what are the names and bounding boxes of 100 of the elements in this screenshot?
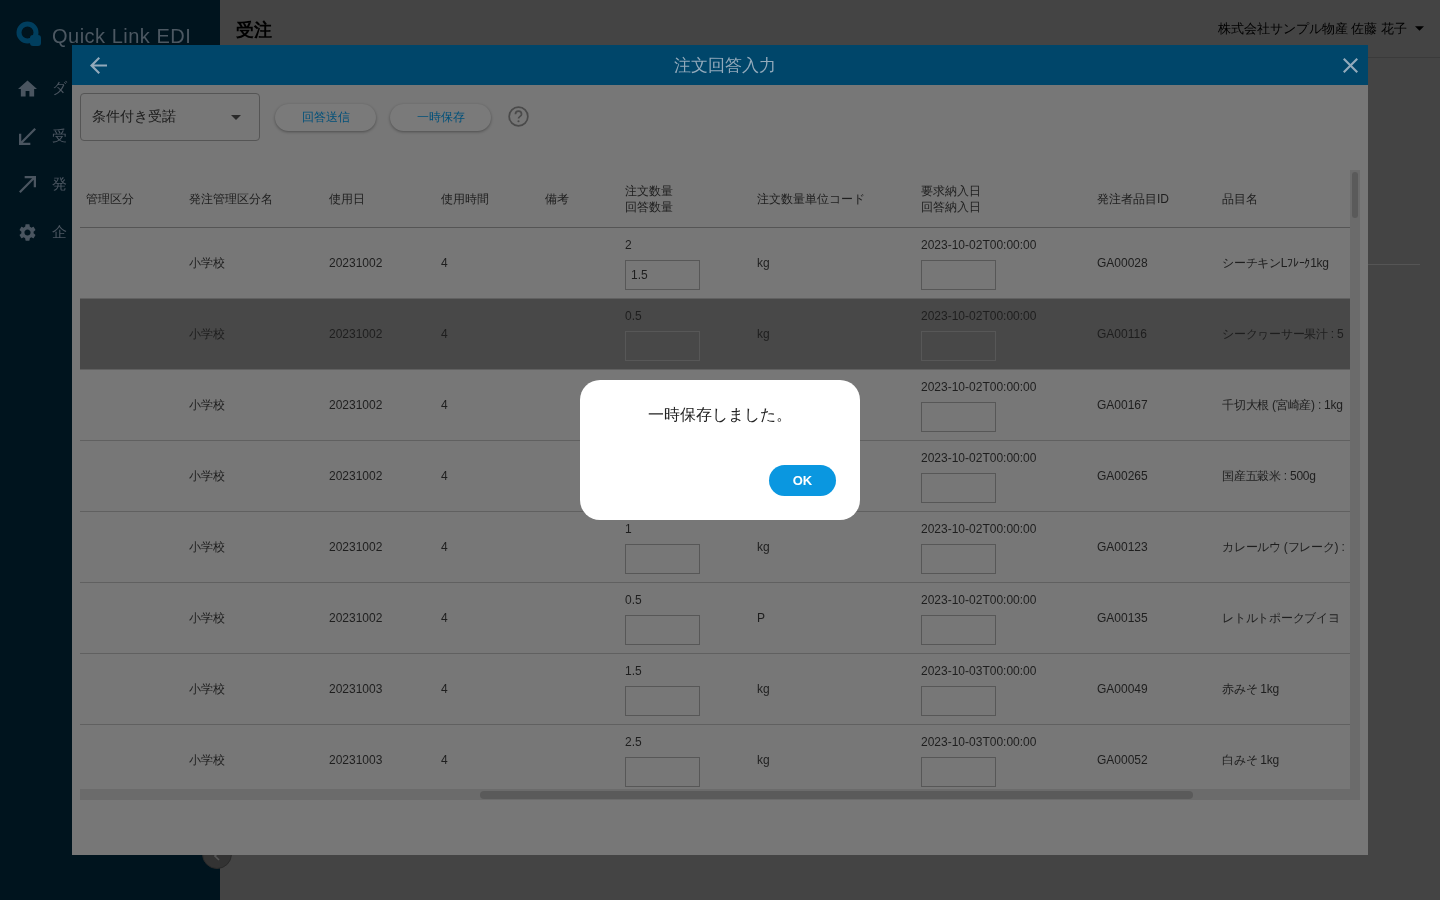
arrow-down-left-icon: [18, 127, 37, 145]
table-cell: 小学校: [189, 680, 225, 698]
column-header: 使用日: [329, 190, 365, 207]
table-cell: 2023-10-02T00:00:00: [921, 592, 1037, 608]
dialog-message: 一時保存しました。: [648, 405, 792, 425]
table-cell: kg: [757, 256, 770, 270]
arrow-up-right-icon: [18, 175, 37, 193]
table-cell: GA00265: [1097, 469, 1148, 483]
table-cell: 2023-10-02T00:00:00: [921, 450, 1037, 466]
table-cell: 赤みそ 1kg: [1222, 680, 1279, 698]
action-button[interactable]: 一時保存: [390, 103, 491, 131]
table-cell: 20231002: [329, 469, 383, 483]
table-cell: 千切大根 (宮崎産) : 1kg: [1222, 396, 1343, 414]
table-cell: 国産五穀米 : 500g: [1222, 467, 1316, 485]
horizontal-scrollbar[interactable]: [80, 789, 1360, 800]
answer-qty-field[interactable]: 1.5: [625, 260, 700, 290]
table-cell: 小学校: [189, 467, 225, 485]
page-title: 受注: [236, 18, 272, 42]
gear-icon: [18, 223, 37, 241]
table-cell: 4: [441, 398, 448, 412]
modal-title: 注文回答入力: [674, 54, 776, 77]
table-cell: レトルトポークブイヨ: [1222, 609, 1340, 627]
table-cell: 2023-10-02T00:00:00: [921, 521, 1037, 537]
answer-qty-field[interactable]: [625, 615, 700, 645]
table-cell: kg: [757, 753, 770, 767]
column-header: 回答数量: [625, 198, 673, 215]
table-cell: 小学校: [189, 254, 225, 272]
table-cell: 小学校: [189, 538, 225, 556]
table-cell: 20231002: [329, 540, 383, 554]
column-header: 発注管理区分名: [189, 190, 273, 207]
nav-item[interactable]: 企: [0, 208, 67, 256]
answer-date-field[interactable]: [921, 260, 996, 290]
nav-item[interactable]: ダ: [0, 64, 67, 112]
back-arrow-icon: [90, 56, 107, 74]
response-type-dropdown[interactable]: 条件付き受諾: [80, 93, 260, 141]
column-header: 回答納入日: [921, 198, 981, 215]
table-cell: 4: [441, 256, 448, 270]
help-icon[interactable]: [508, 105, 529, 127]
table-cell: 2023-10-02T00:00:00: [921, 379, 1037, 395]
answer-date-field[interactable]: [921, 615, 996, 645]
home-icon: [18, 79, 37, 97]
table-cell: 20231002: [329, 611, 383, 625]
vertical-scrollbar[interactable]: [1350, 170, 1360, 789]
table-cell: kg: [757, 682, 770, 696]
table-cell: 小学校: [189, 751, 225, 769]
answer-date-field[interactable]: [921, 544, 996, 574]
table-cell: 20231003: [329, 753, 383, 767]
answer-date-field[interactable]: [921, 757, 996, 787]
table-cell: 白みそ 1kg: [1222, 751, 1279, 769]
close-button[interactable]: [1343, 57, 1358, 73]
table-cell: カレールウ (フレーク) :: [1222, 538, 1345, 556]
table-cell: GA00052: [1097, 753, 1148, 767]
table-cell: GA00135: [1097, 611, 1148, 625]
answer-date-field[interactable]: [921, 686, 996, 716]
table-cell: P: [757, 611, 765, 625]
column-header: 要求納入日: [921, 182, 981, 199]
answer-qty-field[interactable]: [625, 686, 700, 716]
table-cell: kg: [757, 540, 770, 554]
logo-icon: [16, 21, 42, 47]
user-menu[interactable]: 株式会社サンプル物産 佐藤 花子: [1217, 19, 1424, 38]
column-header: 使用時間: [441, 190, 489, 207]
table-cell: 20231002: [329, 398, 383, 412]
table-row[interactable]: 小学校 20231003 4 1.5 kg 2023-10-03T00:00:00 GA00049 赤みそ 1kg: [80, 654, 1350, 725]
column-header: 管理区分: [86, 190, 134, 207]
answer-qty-field[interactable]: [625, 544, 700, 574]
table-cell: 2: [625, 237, 632, 253]
table-cell: 2023-10-03T00:00:00: [921, 734, 1037, 750]
table-cell: 4: [441, 540, 448, 554]
back-button[interactable]: [90, 56, 107, 74]
answer-date-field[interactable]: [921, 402, 996, 432]
column-header: 備考: [545, 190, 569, 207]
table-cell: 1: [625, 521, 632, 537]
table-cell: 2.5: [625, 734, 642, 750]
table-cell: 小学校: [189, 609, 225, 627]
table-cell: 2023-10-03T00:00:00: [921, 663, 1037, 679]
nav-item[interactable]: 発: [0, 160, 67, 208]
table-cell: GA00049: [1097, 682, 1148, 696]
table-cell: 2023-10-02T00:00:00: [921, 237, 1037, 253]
logo-text: Quick Link EDI: [52, 24, 192, 48]
table-cell: 20231003: [329, 682, 383, 696]
table-cell: 1.5: [625, 663, 642, 679]
table-cell: 4: [441, 469, 448, 483]
table-cell: 4: [441, 753, 448, 767]
action-button[interactable]: 回答送信: [275, 103, 376, 131]
table-cell: 小学校: [189, 396, 225, 414]
nav-item[interactable]: 受: [0, 112, 67, 160]
table-row[interactable]: 小学校 20231002 4 0.5 P 2023-10-02T00:00:00 GA00135 レトルトポークブイヨ: [80, 583, 1350, 654]
column-header: 注文数量単位コード: [757, 190, 865, 207]
caret-icon: [1415, 26, 1424, 31]
answer-qty-field[interactable]: [625, 757, 700, 787]
table-cell: GA00028: [1097, 256, 1148, 270]
table-cell: GA00123: [1097, 540, 1148, 554]
table-cell: シーチキンLﾌﾚｰｸ1kg: [1222, 254, 1329, 272]
table-cell: 4: [441, 611, 448, 625]
column-header: 発注者品目ID: [1097, 190, 1169, 207]
answer-date-field[interactable]: [921, 473, 996, 503]
scrollbar-thumb[interactable]: [480, 790, 1193, 799]
table-cell: 4: [441, 682, 448, 696]
close-icon: [1343, 57, 1358, 73]
ok-button[interactable]: OK: [769, 465, 836, 496]
